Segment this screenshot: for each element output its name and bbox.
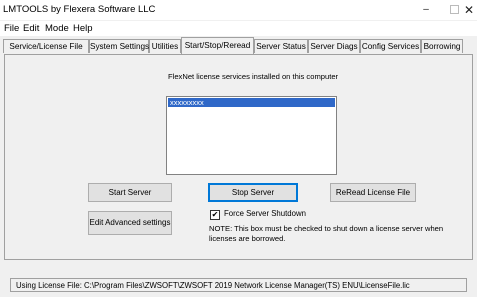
license-file-path: Using License File: C:\Program Files\ZWS… (16, 281, 410, 290)
force-shutdown-checkbox[interactable]: ✔ (210, 210, 220, 220)
tab-server-status[interactable]: Server Status (254, 39, 308, 53)
tab-strip: Service/License File System Settings Uti… (0, 37, 477, 54)
tab-system-settings[interactable]: System Settings (89, 39, 149, 53)
tab-utilities[interactable]: Utilities (149, 39, 181, 53)
status-bar: Using License File: C:\Program Files\ZWS… (10, 278, 467, 292)
minimize-button[interactable]: – (412, 0, 440, 20)
edit-advanced-settings-button[interactable]: Edit Advanced settings (88, 211, 172, 235)
tab-borrowing[interactable]: Borrowing (421, 39, 463, 53)
borrow-note: NOTE: This box must be checked to shut d… (209, 224, 444, 243)
reread-license-file-button[interactable]: ReRead License File (330, 183, 416, 202)
list-item[interactable]: xxxxxxxxx (168, 98, 335, 107)
services-listbox[interactable]: xxxxxxxxx (166, 96, 337, 175)
tab-start-stop-reread[interactable]: Start/Stop/Reread (181, 37, 254, 54)
start-server-button[interactable]: Start Server (88, 183, 172, 202)
force-shutdown-label: Force Server Shutdown (224, 209, 306, 218)
menu-help[interactable]: Help (73, 23, 93, 34)
stop-server-button[interactable]: Stop Server (208, 183, 298, 202)
services-caption: FlexNet license services installed on th… (168, 72, 339, 81)
window-title: LMTOOLS by Flexera Software LLC (3, 4, 156, 15)
tab-server-diags[interactable]: Server Diags (308, 39, 360, 53)
close-button[interactable]: ✕ (455, 0, 477, 20)
menu-edit[interactable]: Edit (23, 23, 39, 34)
menu-mode[interactable]: Mode (45, 23, 69, 34)
menu-file[interactable]: File (4, 23, 19, 34)
title-bar: LMTOOLS by Flexera Software LLC – ✕ (0, 0, 477, 20)
menu-bar: File Edit Mode Help (0, 21, 477, 36)
tab-config-services[interactable]: Config Services (360, 39, 421, 53)
tab-service-license-file[interactable]: Service/License File (3, 39, 89, 53)
